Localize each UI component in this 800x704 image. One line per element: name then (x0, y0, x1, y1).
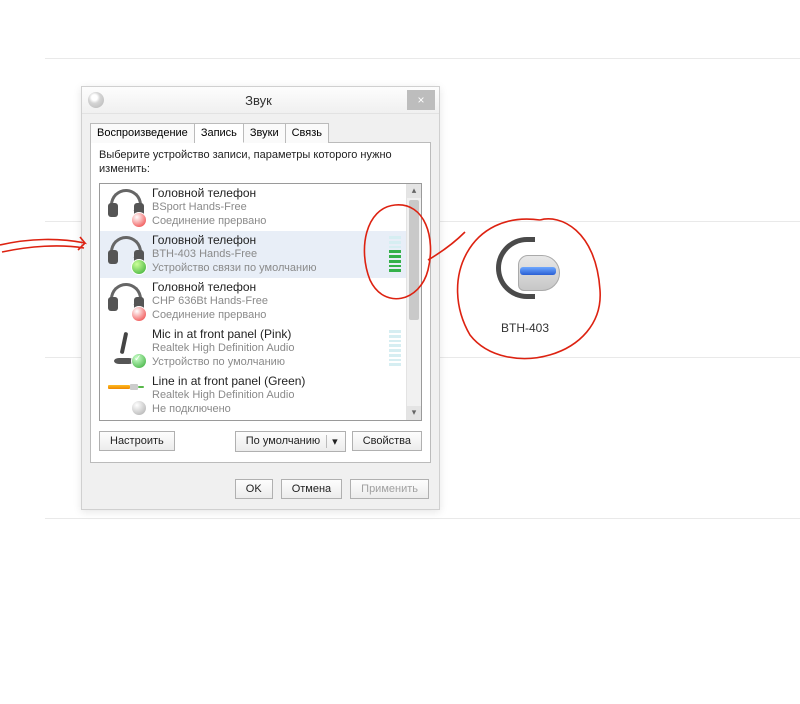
status-badge-icon (131, 212, 147, 228)
set-default-button[interactable]: По умолчанию ▾ (235, 431, 346, 452)
device-item[interactable]: Головной телефонCHP 636Bt Hands-FreeСоед… (100, 278, 407, 325)
tab-communication[interactable]: Связь (286, 123, 329, 143)
tab-recording[interactable]: Запись (195, 123, 244, 143)
device-item[interactable]: Mic in at front panel (Pink)Realtek High… (100, 325, 407, 372)
linein-icon (106, 375, 146, 415)
device-subtitle: BSport Hands-Free (152, 201, 407, 215)
scroll-down-icon[interactable]: ▾ (407, 406, 421, 420)
sound-dialog: Звук × Воспроизведение Запись Звуки Связ… (81, 86, 440, 510)
device-item[interactable]: Line in at front panel (Green)Realtek Hi… (100, 372, 407, 419)
device-name: Mic in at front panel (Pink) (152, 327, 389, 342)
status-badge-icon (131, 400, 147, 416)
dialog-buttons: OK Отмена Применить (82, 471, 439, 509)
device-name: Головной телефон (152, 280, 407, 295)
bluetooth-headset-icon (490, 235, 560, 315)
device-status: Устройство связи по умолчанию (152, 262, 389, 276)
device-text: Головной телефонBTH-403 Hands-FreeУстрой… (152, 233, 389, 276)
device-subtitle: Realtek High Definition Audio (152, 342, 389, 356)
tab-panel: Выберите устройство записи, параметры ко… (90, 142, 431, 463)
cancel-button[interactable]: Отмена (281, 479, 342, 499)
scroll-thumb[interactable] (409, 200, 419, 320)
device-item[interactable]: Головной телефонBSport Hands-FreeСоедине… (100, 184, 407, 231)
external-device-label: BTH-403 (460, 321, 590, 335)
device-status: Устройство по умолчанию (152, 356, 389, 370)
device-name: Line in at front panel (Green) (152, 374, 407, 389)
status-badge-icon (131, 306, 147, 322)
device-text: Line in at front panel (Green)Realtek Hi… (152, 374, 407, 417)
headset-icon (106, 234, 146, 274)
scrollbar[interactable]: ▴ ▾ (406, 184, 421, 420)
device-status: Соединение прервано (152, 309, 407, 323)
mic-icon (106, 328, 146, 368)
level-meter (389, 236, 401, 272)
tab-sounds[interactable]: Звуки (244, 123, 286, 143)
apply-button[interactable]: Применить (350, 479, 429, 499)
titlebar[interactable]: Звук × (82, 87, 439, 114)
ok-button[interactable]: OK (235, 479, 273, 499)
scroll-up-icon[interactable]: ▴ (407, 184, 421, 198)
device-status: Соединение прервано (152, 215, 407, 229)
configure-button[interactable]: Настроить (99, 431, 175, 451)
external-device: BTH-403 (460, 235, 590, 335)
dialog-title: Звук (110, 93, 407, 108)
device-text: Головной телефонBSport Hands-FreeСоедине… (152, 186, 407, 229)
status-badge-icon (131, 259, 147, 275)
device-list[interactable]: Головной телефонBSport Hands-FreeСоедине… (99, 183, 422, 421)
status-badge-icon (131, 353, 147, 369)
device-name: Головной телефон (152, 186, 407, 201)
device-status: Не подключено (152, 403, 407, 417)
set-default-label: По умолчанию (246, 435, 320, 447)
chevron-down-icon[interactable]: ▾ (326, 435, 343, 448)
device-subtitle: Realtek High Definition Audio (152, 389, 407, 403)
properties-button[interactable]: Свойства (352, 431, 422, 451)
close-icon[interactable]: × (407, 90, 435, 110)
headset-icon (106, 187, 146, 227)
device-item[interactable]: Головной телефонBTH-403 Hands-FreeУстрой… (100, 231, 407, 278)
device-subtitle: CHP 636Bt Hands-Free (152, 295, 407, 309)
device-text: Mic in at front panel (Pink)Realtek High… (152, 327, 389, 370)
sound-icon (88, 92, 104, 108)
device-subtitle: BTH-403 Hands-Free (152, 248, 389, 262)
tab-playback[interactable]: Воспроизведение (90, 123, 195, 143)
headset-icon (106, 281, 146, 321)
instruction-text: Выберите устройство записи, параметры ко… (99, 149, 422, 177)
device-text: Головной телефонCHP 636Bt Hands-FreeСоед… (152, 280, 407, 323)
tab-strip: Воспроизведение Запись Звуки Связь (82, 114, 439, 142)
device-name: Головной телефон (152, 233, 389, 248)
level-meter (389, 330, 401, 366)
